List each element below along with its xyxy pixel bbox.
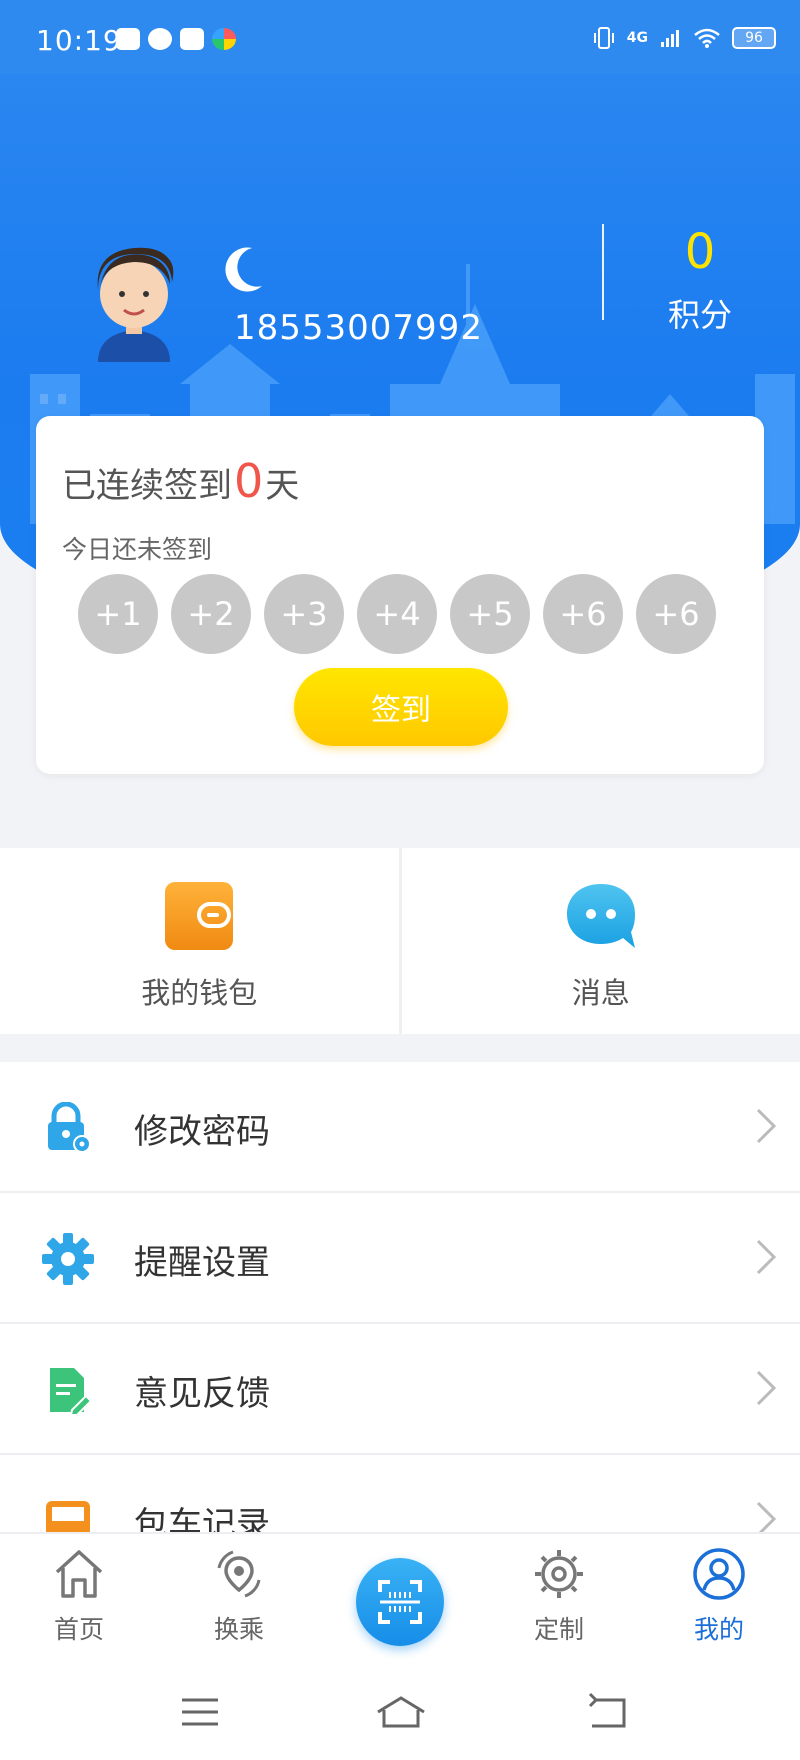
signin-button[interactable]: 签到 <box>294 668 508 746</box>
user-phone: 18553007992 <box>234 308 483 348</box>
signin-day-row: +1 +2 +3 +4 +5 +6 +6 <box>78 574 716 654</box>
signal-icon <box>661 30 679 47</box>
list-item-feedback[interactable]: 意见反馈 <box>0 1324 800 1455</box>
home-icon <box>55 1550 103 1598</box>
moon-icon <box>225 247 262 292</box>
wallet-label: 我的钱包 <box>141 976 258 1010</box>
colorful-app-icon <box>212 28 236 50</box>
tab-mine[interactable]: 我的 <box>664 1546 774 1646</box>
tab-home[interactable]: 首页 <box>24 1546 134 1646</box>
battery-indicator: 96 <box>732 27 776 49</box>
scan-button[interactable] <box>356 1558 444 1646</box>
points-value[interactable]: 0 <box>640 224 760 280</box>
chevron-right-icon <box>756 1239 777 1275</box>
chat-notification-icon <box>148 28 172 50</box>
signin-day-3: +3 <box>264 574 344 654</box>
tab-label: 定制 <box>533 1615 584 1644</box>
user-profile-icon <box>693 1548 745 1600</box>
signin-day-1: +1 <box>78 574 158 654</box>
status-bar: 10:19 4G 96 <box>0 0 800 74</box>
network-type: 4G <box>626 30 648 46</box>
wallet-icon <box>165 882 234 950</box>
list-item-label: 修改密码 <box>134 1112 270 1152</box>
feedback-icon <box>50 1368 93 1416</box>
custom-gear-icon <box>535 1550 583 1598</box>
bottom-tab-bar: 首页 换乘 定制 我的 <box>0 1532 800 1662</box>
home-nav-icon[interactable] <box>374 1692 428 1732</box>
message-entry[interactable]: 消息 <box>398 848 800 1034</box>
list-item-change-password[interactable]: 修改密码 <box>0 1062 800 1193</box>
list-item-label: 意见反馈 <box>134 1374 270 1414</box>
tab-custom[interactable]: 定制 <box>504 1546 614 1646</box>
transfer-location-icon <box>217 1550 261 1598</box>
app-notification-icon <box>116 28 140 50</box>
status-time: 10:19 <box>36 24 122 57</box>
wallet-entry[interactable]: 我的钱包 <box>0 848 399 1034</box>
signin-day-6: +6 <box>543 574 623 654</box>
signin-day-4: +4 <box>357 574 437 654</box>
streak-days: 0 <box>234 454 264 508</box>
notification-icons <box>116 28 236 50</box>
back-icon[interactable] <box>586 1692 630 1732</box>
signin-day-7: +6 <box>636 574 716 654</box>
chevron-right-icon <box>756 1370 777 1406</box>
menu-icon[interactable] <box>178 1692 222 1732</box>
scan-qr-icon <box>378 1580 422 1624</box>
message-label: 消息 <box>571 976 630 1010</box>
message-icon <box>566 884 635 948</box>
signin-day-5: +5 <box>450 574 530 654</box>
settings-list: 修改密码 提醒设置 意见反馈 包车记录 <box>0 1062 800 1586</box>
header-divider <box>602 224 604 320</box>
system-navigation-bar <box>0 1662 800 1760</box>
tab-label: 首页 <box>53 1615 104 1644</box>
tab-transfer[interactable]: 换乘 <box>184 1546 294 1646</box>
list-item-label: 提醒设置 <box>134 1243 270 1283</box>
vibrate-icon <box>593 27 614 49</box>
tab-label: 换乘 <box>213 1615 264 1644</box>
quick-actions: 我的钱包 消息 <box>0 848 800 1034</box>
streak-text: 已连续签到 0 天 <box>62 454 299 508</box>
mail-notification-icon <box>180 28 204 50</box>
list-item-reminder-settings[interactable]: 提醒设置 <box>0 1193 800 1324</box>
signin-day-2: +2 <box>171 574 251 654</box>
system-status-icons: 4G 96 <box>593 26 776 50</box>
avatar[interactable] <box>84 242 184 362</box>
tab-label: 我的 <box>693 1615 744 1644</box>
chevron-right-icon <box>756 1108 777 1144</box>
lock-icon <box>48 1102 91 1153</box>
streak-prefix: 已连续签到 <box>62 466 232 506</box>
streak-suffix: 天 <box>265 466 300 506</box>
gear-icon <box>42 1233 94 1285</box>
wifi-icon <box>694 28 720 48</box>
signin-card: 已连续签到 0 天 今日还未签到 +1 +2 +3 +4 +5 +6 +6 签到 <box>36 416 764 774</box>
today-status: 今日还未签到 <box>62 535 213 564</box>
points-label[interactable]: 积分 <box>640 290 760 336</box>
